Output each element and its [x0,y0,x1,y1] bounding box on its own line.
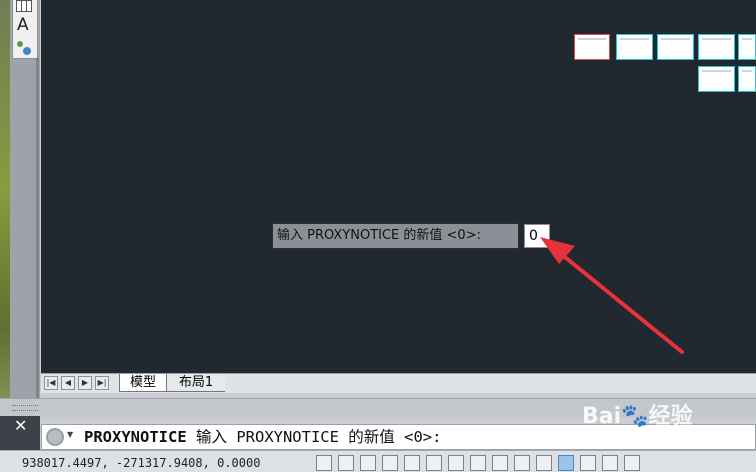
coordinate-readout[interactable]: 938017.4497, -271317.9408, 0.0000 [22,456,260,470]
layout-tab-bar: |◀ ◀ ▶ ▶| 模型 布局1 [41,373,756,393]
watermark-brand: 经验 [648,404,693,429]
first-tab-button[interactable]: |◀ [44,376,58,390]
transparency-icon[interactable] [558,455,574,471]
tab-model[interactable]: 模型 [119,374,167,392]
tab-layout1[interactable]: 布局1 [167,374,225,392]
snap-mode-icon[interactable] [338,455,354,471]
quick-properties-icon[interactable] [580,455,596,471]
command-line-grip[interactable] [12,405,38,411]
last-tab-button[interactable]: ▶| [95,376,109,390]
lineweight-icon[interactable] [536,455,552,471]
infer-constraints-icon[interactable] [316,455,332,471]
next-tab-button[interactable]: ▶ [78,376,92,390]
3d-object-snap-icon[interactable] [448,455,464,471]
annotation-monitor-icon[interactable] [624,455,640,471]
paw-icon: 🐾 [621,404,649,429]
dynamic-input-icon[interactable] [514,455,530,471]
prev-tab-button[interactable]: ◀ [61,376,75,390]
selection-cycling-icon[interactable] [602,455,618,471]
dynamic-ucs-icon[interactable] [492,455,508,471]
watermark-logo-text: Bai [582,404,622,429]
ortho-mode-icon[interactable] [382,455,398,471]
gear-icon[interactable] [46,428,64,446]
command-name: PROXYNOTICE [84,428,187,446]
object-snap-tracking-icon[interactable] [470,455,486,471]
grid-display-icon[interactable] [360,455,376,471]
command-prompt: 输入 PROXYNOTICE 的新值 <0>: [186,428,442,446]
watermark-logo: Bai🐾经验 [582,398,693,430]
watermark-domain: jingyan.baidu.com [612,434,705,445]
command-line-text: PROXYNOTICE 输入 PROXYNOTICE 的新值 <0>: [84,428,441,446]
chevron-down-icon[interactable]: ▼ [67,430,73,439]
close-icon[interactable]: ✕ [14,416,27,436]
polar-tracking-icon[interactable] [404,455,420,471]
object-snap-icon[interactable] [426,455,442,471]
